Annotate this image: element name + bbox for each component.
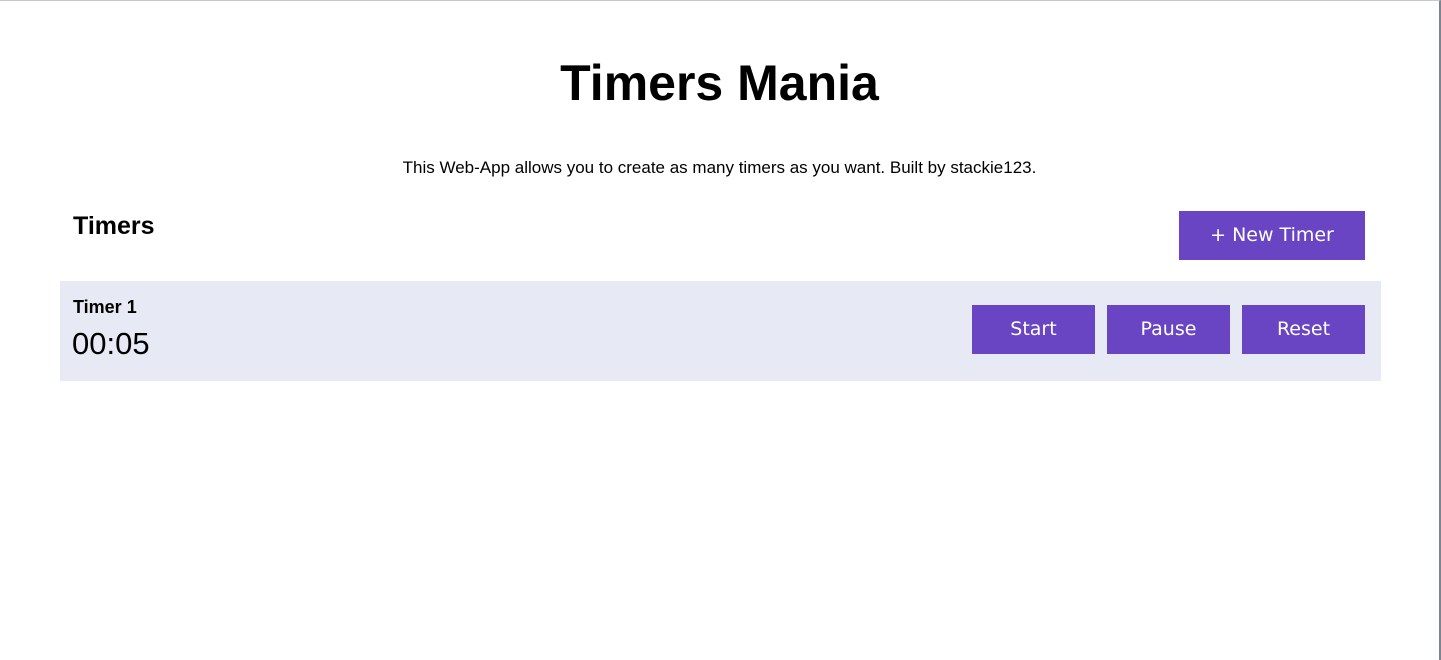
timer-display: 00:05 — [72, 326, 150, 361]
timer-name: Timer 1 — [73, 297, 137, 317]
new-timer-button[interactable]: + New Timer — [1179, 211, 1365, 260]
timers-section-title: Timers — [73, 212, 155, 240]
app-description: This Web-App allows you to create as man… — [402, 158, 1037, 177]
app-window: Timers Mania This Web-App allows you to … — [0, 0, 1441, 660]
timer-card: Timer 1 00:05 Start Pause Reset — [60, 281, 1381, 381]
reset-button[interactable]: Reset — [1242, 305, 1365, 354]
start-button[interactable]: Start — [972, 305, 1095, 354]
page-title: Timers Mania — [560, 55, 879, 111]
pause-button[interactable]: Pause — [1107, 305, 1230, 354]
